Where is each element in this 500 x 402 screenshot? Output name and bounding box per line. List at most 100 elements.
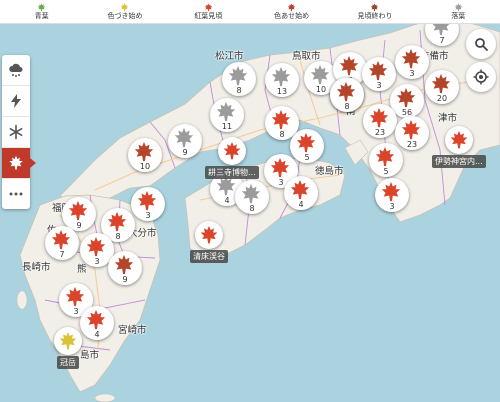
legend-label: 紅葉見頃: [194, 12, 223, 20]
cluster-marker[interactable]: 8: [222, 62, 256, 96]
cluster-marker[interactable]: 13: [265, 63, 299, 97]
spot-label: 冠岳: [57, 356, 79, 369]
cluster-count: 8: [344, 102, 350, 111]
legend-item: 青葉: [0, 0, 83, 23]
maple-leaf-icon: [450, 130, 468, 149]
maple-leaf-icon: [204, 3, 213, 12]
legend-label: 色づき始め: [107, 12, 143, 20]
cluster-marker[interactable]: 3: [362, 57, 396, 91]
lightning-tool[interactable]: [2, 86, 30, 117]
locate-button[interactable]: [466, 62, 496, 92]
maple-leaf-icon: [86, 309, 106, 330]
maple-leaf-icon: [137, 190, 157, 211]
cluster-marker[interactable]: 8: [235, 180, 269, 214]
cluster-marker[interactable]: 9: [168, 124, 202, 158]
legend-item: 色づき始め: [83, 0, 166, 23]
autumn-leaves-tool[interactable]: [2, 148, 36, 179]
cluster-count: 9: [122, 275, 128, 284]
maple-leaf-icon: [241, 183, 261, 204]
spot-icon: [217, 137, 246, 165]
cluster-count: 3: [376, 81, 382, 90]
cluster-count: 10: [139, 162, 151, 171]
cluster-marker[interactable]: 5: [290, 129, 324, 163]
cluster-count: 5: [383, 167, 389, 176]
legend-item: 色あせ始め: [250, 0, 333, 23]
maple-leaf-icon: [9, 155, 23, 170]
city-label: 島市: [80, 350, 100, 361]
cluster-count: 7: [59, 250, 65, 259]
weather-tool[interactable]: [2, 55, 30, 86]
cluster-marker[interactable]: 9: [108, 251, 142, 285]
maple-leaf-icon: [228, 65, 248, 86]
maple-leaf-icon: [86, 236, 106, 257]
cluster-count: 9: [182, 148, 188, 157]
cluster-count: 11: [221, 122, 233, 131]
cluster-count: 3: [145, 211, 151, 220]
spot-marker[interactable]: 伊勢神宮内...: [432, 126, 486, 168]
spot-label: 清床渓谷: [190, 250, 228, 263]
spot-icon: [444, 126, 473, 154]
spot-label: 伊勢神宮内...: [432, 155, 486, 168]
maple-leaf-icon: [216, 101, 236, 122]
search-button[interactable]: [466, 29, 496, 59]
cloud-snow-icon: [9, 63, 23, 77]
maple-leaf-icon: [134, 141, 154, 162]
cluster-count: 4: [94, 330, 100, 339]
spot-marker[interactable]: 冠岳: [54, 327, 82, 369]
cluster-marker[interactable]: 5: [369, 143, 403, 177]
lightning-icon: [11, 94, 21, 108]
snow-tool[interactable]: [2, 117, 30, 148]
maple-leaf-icon: [37, 3, 46, 12]
maple-leaf-icon: [65, 286, 85, 307]
maple-leaf-icon: [368, 60, 388, 81]
search-icon: [475, 38, 488, 51]
cluster-marker[interactable]: 23: [395, 116, 429, 150]
cluster-marker[interactable]: 4: [284, 176, 318, 210]
spot-marker[interactable]: 清床渓谷: [190, 221, 228, 263]
cluster-count: 8: [249, 204, 255, 213]
city-label: 津市: [438, 113, 458, 124]
more-tool[interactable]: [2, 179, 30, 209]
maple-leaf-icon: [287, 3, 296, 12]
spot-label: 耕三寺博物...: [205, 166, 259, 179]
city-label: 宮崎市: [118, 325, 147, 336]
legend-item: 紅葉見頃: [167, 0, 250, 23]
map[interactable]: 青葉 色づき始め 紅葉見頃 色あせ始め 見頃終わり 落葉 松江市 鳥取市 吉備市…: [0, 0, 500, 402]
maple-leaf-icon: [431, 73, 451, 94]
maple-leaf-icon: [401, 48, 421, 69]
maple-leaf-icon: [369, 107, 389, 128]
cluster-marker[interactable]: 8: [330, 78, 364, 112]
maple-leaf-icon: [401, 119, 421, 140]
cluster-marker[interactable]: 10: [128, 138, 162, 172]
city-label: 鳥取市: [292, 51, 321, 62]
cluster-marker[interactable]: 3: [395, 45, 429, 79]
maple-leaf-icon: [200, 225, 218, 244]
cluster-marker[interactable]: 4: [80, 306, 114, 340]
city-label: 長崎市: [22, 262, 51, 273]
spot-icon: [195, 221, 223, 249]
maple-leaf-icon: [396, 87, 416, 108]
cluster-count: 23: [406, 140, 418, 149]
maple-leaf-icon: [59, 331, 77, 350]
maple-leaf-icon: [339, 55, 359, 76]
cluster-marker[interactable]: 20: [425, 70, 459, 104]
cluster-count: 8: [236, 86, 242, 95]
tool-panel: [2, 55, 36, 209]
cluster-marker[interactable]: 11: [210, 98, 244, 132]
cluster-marker[interactable]: 3: [131, 187, 165, 221]
legend-item: 落葉: [417, 0, 500, 23]
spot-marker[interactable]: 耕三寺博物...: [205, 137, 259, 179]
cluster-marker[interactable]: 23: [363, 104, 397, 138]
more-dots-icon: [9, 192, 23, 196]
maple-leaf-icon: [107, 211, 127, 232]
maple-leaf-icon: [270, 157, 290, 178]
maple-leaf-icon: [271, 109, 291, 130]
cluster-count: 4: [298, 200, 304, 209]
legend-item: 見頃終わり: [333, 0, 416, 23]
cluster-count: 23: [374, 128, 386, 137]
cluster-marker[interactable]: 3: [375, 178, 409, 212]
cluster-count: 7: [439, 36, 445, 45]
maple-leaf-icon: [271, 66, 291, 87]
cluster-marker[interactable]: 7: [45, 226, 79, 260]
cluster-count: 3: [409, 69, 415, 78]
